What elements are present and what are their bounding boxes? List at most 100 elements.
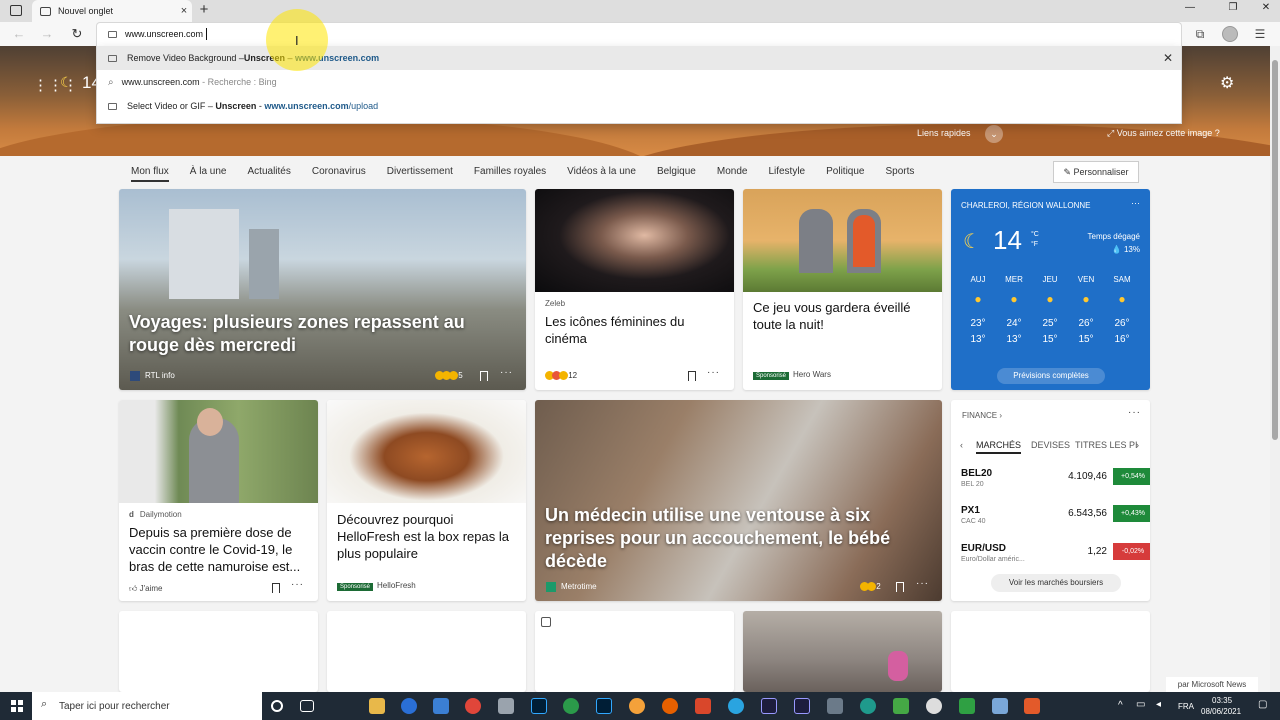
tab-actions-icon[interactable] (10, 5, 22, 16)
more-options-icon[interactable]: ··· (916, 578, 929, 589)
premiere-icon[interactable] (794, 698, 810, 714)
chrome-icon[interactable] (465, 698, 481, 714)
msn-attribution[interactable]: par Microsoft News (1166, 677, 1258, 693)
bookmark-icon[interactable] (480, 371, 488, 381)
news-card-placeholder[interactable] (535, 611, 734, 692)
news-card-photo[interactable] (743, 611, 942, 692)
market-row[interactable]: PX1 CAC 40 6.543,56 +0,43% (961, 505, 1150, 535)
tray-chevron-icon[interactable]: ^ (1118, 700, 1123, 711)
scrollbar-thumb[interactable] (1272, 60, 1278, 440)
fahrenheit-unit[interactable]: °F (1031, 240, 1039, 250)
news-headline[interactable]: Les icônes féminines du cinéma (545, 313, 725, 347)
tab-lifestyle[interactable]: Lifestyle (768, 166, 805, 182)
clock-date[interactable]: 08/06/2021 (1201, 707, 1241, 716)
news-headline[interactable]: Un médecin utilise une ventouse à six re… (545, 504, 925, 573)
more-options-icon[interactable]: ··· (1128, 407, 1141, 418)
celsius-unit[interactable]: °C (1031, 230, 1039, 240)
chevron-down-icon[interactable]: ⌄ (985, 125, 1003, 143)
app-icon[interactable] (959, 698, 975, 714)
profile-avatar[interactable] (1222, 26, 1238, 42)
app-icon[interactable] (498, 698, 514, 714)
address-bar[interactable]: www.unscreen.com (96, 22, 1182, 46)
reactions[interactable]: 12 (545, 371, 577, 381)
tab-devises[interactable]: DEVISES (1031, 440, 1070, 450)
tab-divertissement[interactable]: Divertissement (387, 166, 453, 182)
after-effects-icon[interactable] (761, 698, 777, 714)
tab-sports[interactable]: Sports (885, 166, 914, 182)
tab-videos[interactable]: Vidéos à la une (567, 166, 636, 182)
chevron-left-icon[interactable]: ‹ (960, 440, 963, 450)
unit-toggle[interactable]: °C °F (1031, 230, 1039, 250)
firefox-icon[interactable] (662, 698, 678, 714)
tab-familles-royales[interactable]: Familles royales (474, 166, 546, 182)
news-card-zeleb[interactable]: Zeleb Les icônes féminines du cinéma 12 … (535, 189, 734, 390)
tab-belgique[interactable]: Belgique (657, 166, 696, 182)
close-window-button[interactable]: ✕ (1256, 2, 1276, 13)
app-icon[interactable] (827, 698, 843, 714)
more-options-icon[interactable]: ··· (1131, 198, 1140, 208)
weather-card[interactable]: CHARLEROI, RÉGION WALLONNE ··· ☾ 14 °C °F… (951, 189, 1150, 390)
weather-location[interactable]: CHARLEROI, RÉGION WALLONNE (961, 201, 1091, 210)
tab-mon-flux[interactable]: Mon flux (131, 166, 169, 182)
news-card-placeholder[interactable] (327, 611, 526, 692)
market-row[interactable]: BEL20 BEL 20 4.109,46 +0,54% (961, 468, 1150, 498)
bookmark-icon[interactable] (688, 371, 696, 381)
news-card-dailymotion[interactable]: d Dailymotion Depuis sa première dose de … (119, 400, 318, 601)
reactions[interactable]: 2 (860, 582, 881, 592)
collections-icon[interactable]: ⧉ (1192, 27, 1208, 42)
bookmark-icon[interactable] (272, 583, 280, 593)
remove-suggestion-icon[interactable]: ✕ (1163, 51, 1173, 65)
suggestion-item[interactable]: Remove Video Background – Unscreen – www… (97, 46, 1181, 70)
notifications-icon[interactable]: ▢ (1258, 699, 1267, 710)
store-icon[interactable] (369, 698, 385, 714)
news-headline[interactable]: Découvrez pourquoi HelloFresh est la box… (337, 511, 519, 562)
like-image-link[interactable]: ⤢ Vous aimez cette image ? (1107, 128, 1220, 139)
app-icon[interactable] (992, 698, 1008, 714)
tab-marches[interactable]: MARCHÉS (976, 440, 1022, 454)
tab-a-la-une[interactable]: À la une (190, 166, 227, 182)
app-icon[interactable] (695, 698, 711, 714)
photoshop-icon[interactable] (531, 698, 547, 714)
taskbar-search[interactable]: ⌕ Taper ici pour rechercher (32, 692, 262, 720)
tab-politique[interactable]: Politique (826, 166, 864, 182)
news-card-game[interactable]: Ce jeu vous gardera éveillé toute la nui… (743, 189, 942, 390)
app-icon[interactable] (1024, 698, 1040, 714)
settings-menu-icon[interactable]: ☰ (1252, 27, 1268, 41)
vertical-scrollbar[interactable] (1270, 46, 1280, 692)
full-forecast-button[interactable]: Prévisions complètes (997, 368, 1105, 384)
address-input[interactable]: www.unscreen.com (125, 29, 203, 39)
volume-icon[interactable]: ◂ (1156, 699, 1161, 710)
market-row[interactable]: EUR/USD Euro/Dollar améric... 1,22 -0,02… (961, 543, 1150, 573)
cortana-icon[interactable] (271, 700, 283, 712)
app-icon[interactable] (926, 698, 942, 714)
news-card-placeholder[interactable] (119, 611, 318, 692)
finance-header[interactable]: FINANCE › (962, 411, 1002, 420)
network-icon[interactable]: ▭ (1136, 699, 1145, 710)
news-card-main[interactable]: Voyages: plusieurs zones repassent au ro… (119, 189, 526, 390)
page-info-icon[interactable] (108, 31, 117, 38)
more-options-icon[interactable]: ··· (291, 579, 304, 590)
news-headline[interactable]: Depuis sa première dose de vaccin contre… (129, 524, 311, 575)
back-button[interactable]: ← (10, 26, 28, 41)
reactions[interactable]: 5 (435, 371, 463, 381)
tab-monde[interactable]: Monde (717, 166, 748, 182)
task-view-icon[interactable] (300, 700, 314, 712)
news-headline[interactable]: Ce jeu vous gardera éveillé toute la nui… (753, 299, 933, 333)
finance-card[interactable]: FINANCE › ··· ‹ MARCHÉS DEVISES TITRES L… (951, 400, 1150, 601)
chevron-right-icon[interactable]: › (1136, 440, 1139, 450)
reload-button[interactable]: ↻ (68, 26, 86, 42)
app-icon[interactable] (893, 698, 909, 714)
more-options-icon[interactable]: ··· (500, 367, 513, 378)
gear-icon[interactable]: ⚙ (1220, 73, 1234, 93)
new-tab-button[interactable]: + (196, 1, 212, 18)
carousel-dots[interactable] (245, 383, 400, 386)
tab-coronavirus[interactable]: Coronavirus (312, 166, 366, 182)
see-markets-button[interactable]: Voir les marchés boursiers (991, 574, 1121, 592)
mail-icon[interactable] (433, 698, 449, 714)
news-headline[interactable]: Voyages: plusieurs zones repassent au ro… (129, 311, 519, 357)
windows-start-icon[interactable] (11, 700, 23, 712)
suggestion-item[interactable]: ⌕ www.unscreen.com - Recherche : Bing (97, 70, 1181, 94)
bookmark-icon[interactable] (896, 582, 904, 592)
tab-actualites[interactable]: Actualités (248, 166, 291, 182)
maximize-button[interactable]: ❐ (1223, 2, 1243, 13)
